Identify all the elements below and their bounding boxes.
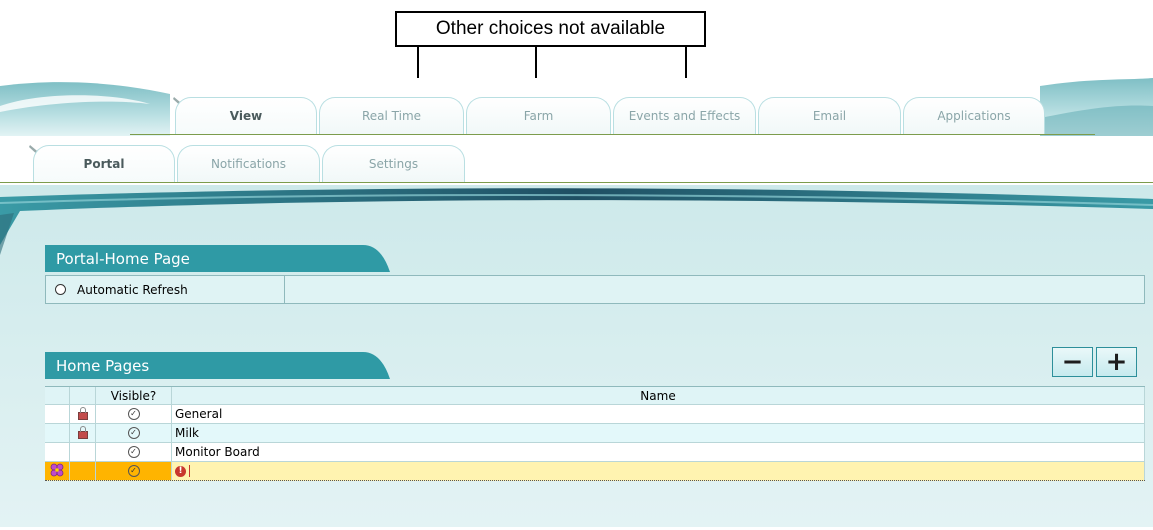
row-name[interactable]: Monitor Board — [172, 443, 1145, 461]
home-pages-title: Home Pages — [56, 356, 150, 375]
table-row[interactable]: ✓ Monitor Board — [45, 443, 1145, 462]
row-name-input[interactable]: ! — [172, 462, 1145, 480]
automatic-refresh-option[interactable]: Automatic Refresh — [46, 276, 285, 303]
remove-row-button[interactable]: − — [1052, 347, 1093, 377]
table-row[interactable]: ✓ Milk — [45, 424, 1145, 443]
lock-icon — [77, 426, 88, 439]
add-row-button[interactable]: + — [1096, 347, 1137, 377]
tab-settings[interactable]: Settings — [322, 145, 465, 182]
row-action-buttons: − + — [1052, 347, 1137, 377]
automatic-refresh-label: Automatic Refresh — [77, 282, 188, 297]
visible-check-icon[interactable]: ✓ — [127, 465, 140, 477]
tab-email[interactable]: Email — [758, 97, 901, 134]
visible-check-icon[interactable]: ✓ — [127, 408, 140, 420]
tab-applications[interactable]: Applications — [903, 97, 1045, 134]
subtab-underline — [0, 182, 1153, 183]
tab-view[interactable]: View — [175, 97, 317, 134]
new-row-icon — [50, 463, 64, 480]
portal-home-page-header: Portal-Home Page — [45, 245, 390, 272]
table-row-editing[interactable]: ✓ ! — [45, 462, 1145, 481]
plus-icon: + — [1105, 347, 1128, 377]
annotation-text: Other choices not available — [435, 18, 666, 39]
row-name[interactable]: General — [172, 405, 1145, 423]
lock-icon — [77, 407, 88, 420]
portal-home-page-title: Portal-Home Page — [56, 249, 190, 268]
tab-underline — [130, 134, 1095, 135]
table-header-row: Visible? Name — [45, 386, 1145, 405]
home-pages-header: Home Pages — [45, 352, 390, 379]
column-header-visible[interactable]: Visible? — [96, 387, 172, 405]
automatic-refresh-radio[interactable] — [55, 284, 66, 295]
error-icon: ! — [175, 465, 186, 477]
text-caret — [189, 465, 190, 477]
table-row[interactable]: ✓ General — [45, 405, 1145, 424]
tab-portal[interactable]: Portal — [33, 145, 175, 182]
column-header-name[interactable]: Name — [172, 387, 1145, 405]
minus-icon: − — [1061, 347, 1084, 377]
visible-check-icon[interactable]: ✓ — [127, 446, 140, 458]
row-name[interactable]: Milk — [172, 424, 1145, 442]
annotation-callout: Other choices not available — [395, 11, 706, 47]
automatic-refresh-row: Automatic Refresh — [45, 275, 1145, 304]
home-pages-table: Visible? Name ✓ General ✓ Milk ✓ Monitor… — [45, 386, 1145, 481]
tab-events-and-effects[interactable]: Events and Effects — [613, 97, 756, 134]
tab-real-time[interactable]: Real Time — [319, 97, 464, 134]
tab-farm[interactable]: Farm — [466, 97, 611, 134]
tab-notifications[interactable]: Notifications — [177, 145, 320, 182]
visible-check-icon[interactable]: ✓ — [127, 427, 140, 439]
